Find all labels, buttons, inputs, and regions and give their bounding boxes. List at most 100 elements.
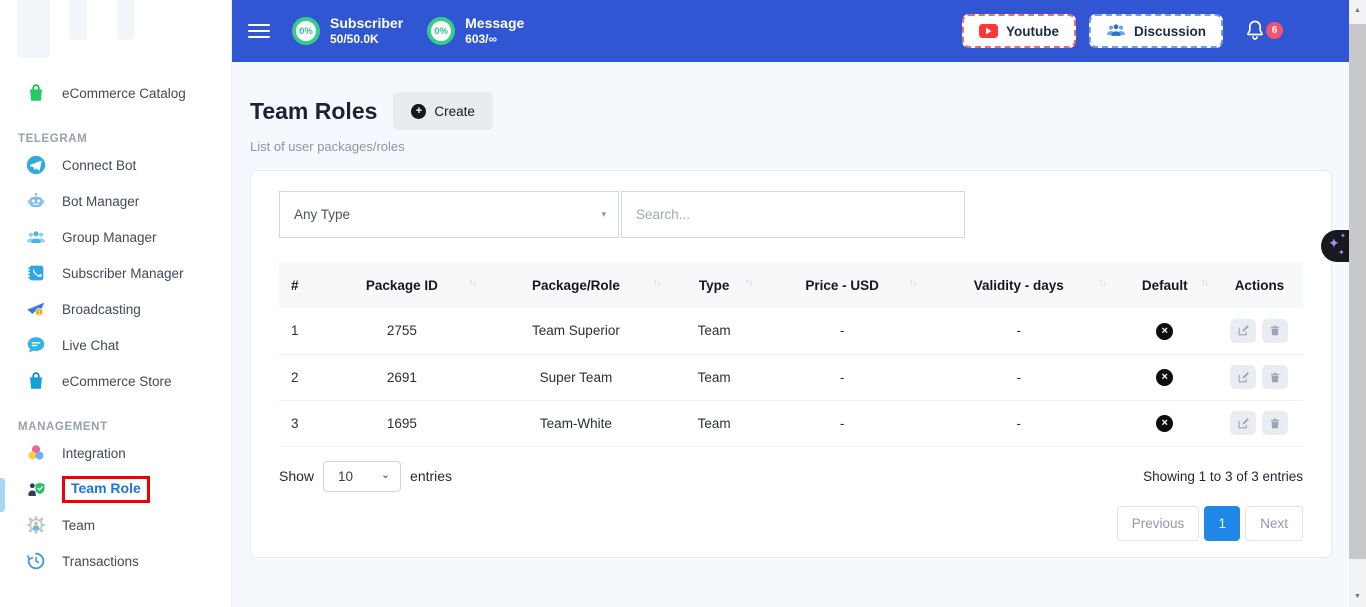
cell-actions (1216, 308, 1303, 354)
cell-num: 1 (279, 308, 320, 354)
cell-price: - (760, 308, 924, 354)
sidebar-section-telegram: TELEGRAM (0, 119, 231, 147)
youtube-icon (979, 24, 998, 38)
cell-package-role: Super Team (484, 354, 668, 400)
edit-button[interactable] (1230, 365, 1256, 389)
sidebar-item-label: Connect Bot (62, 158, 136, 173)
youtube-label: Youtube (1006, 24, 1059, 39)
page-subtitle: List of user packages/roles (250, 139, 1332, 154)
show-label: Show (279, 468, 314, 484)
default-off-icon: × (1156, 323, 1173, 340)
store-bag-icon (24, 369, 48, 393)
page-size-select[interactable]: 10 ⌄ (323, 461, 401, 492)
subscriber-label: Subscriber (330, 15, 403, 32)
cell-validity: - (924, 308, 1113, 354)
cell-price: - (760, 354, 924, 400)
robot-icon (24, 189, 48, 213)
sidebar-item-live-chat[interactable]: Live Chat (0, 327, 231, 363)
assistant-fab[interactable]: ✦ ✦ ✦ (1321, 230, 1349, 262)
col-header-validity[interactable]: Validity - days↑↓ (924, 262, 1113, 308)
cell-package-id: 2691 (320, 354, 484, 400)
hamburger-menu-icon[interactable] (248, 24, 270, 38)
sidebar-item-ecommerce-store[interactable]: eCommerce Store (0, 363, 231, 399)
shopping-bag-icon (24, 81, 48, 105)
logo-skeleton-bar (69, 0, 87, 40)
active-item-indicator (0, 478, 5, 512)
sidebar-item-team[interactable]: Team (0, 507, 231, 543)
cell-num: 2 (279, 354, 320, 400)
col-header-default[interactable]: Default↑↓ (1114, 262, 1216, 308)
pagination: Previous 1 Next (279, 506, 1303, 541)
entries-label: entries (410, 468, 452, 484)
scrollbar-thumb[interactable] (1349, 24, 1366, 559)
scroll-down-arrow[interactable]: ▼ (1349, 588, 1366, 605)
cell-type: Team (668, 400, 760, 446)
page-title: Team Roles (250, 98, 377, 125)
cell-validity: - (924, 400, 1113, 446)
subscriber-progress-ring: 0% (292, 17, 320, 45)
col-header-type[interactable]: Type↑↓ (668, 262, 760, 308)
message-stat: 0% Message 603/∞ (427, 15, 524, 47)
col-header-package-role[interactable]: Package/Role↑↓ (484, 262, 668, 308)
plus-circle-icon: + (411, 104, 426, 119)
delete-button[interactable] (1262, 411, 1288, 435)
cell-type: Team (668, 354, 760, 400)
scroll-up-arrow[interactable]: ▲ (1349, 2, 1366, 19)
cell-default: × (1114, 354, 1216, 400)
sidebar-item-integration[interactable]: Integration (0, 435, 231, 471)
create-button[interactable]: + Create (393, 92, 493, 130)
sidebar-item-label: Live Chat (62, 338, 119, 353)
chat-bubble-icon (24, 333, 48, 357)
logo-placeholder (0, 0, 231, 75)
cell-package-id: 1695 (320, 400, 484, 446)
caret-down-icon: ▾ (601, 209, 606, 220)
sidebar-item-label: Subscriber Manager (62, 266, 184, 281)
sidebar-item-bot-manager[interactable]: Bot Manager (0, 183, 231, 219)
table-header-row: # Package ID↑↓ Package/Role↑↓ Type↑↓ Pri… (279, 262, 1303, 308)
delete-button[interactable] (1262, 319, 1288, 343)
edit-button[interactable] (1230, 411, 1256, 435)
sidebar-item-label: Bot Manager (62, 194, 139, 209)
discussion-button[interactable]: Discussion (1089, 14, 1223, 48)
sidebar: eCommerce Catalog TELEGRAM Connect Bot B… (0, 0, 232, 607)
notification-bell[interactable]: 6 (1243, 18, 1269, 44)
cell-package-role: Team Superior (484, 308, 668, 354)
cell-type: Team (668, 308, 760, 354)
default-off-icon: × (1156, 415, 1173, 432)
app-root: eCommerce Catalog TELEGRAM Connect Bot B… (0, 0, 1366, 607)
create-button-label: Create (434, 104, 475, 119)
delete-button[interactable] (1262, 365, 1288, 389)
col-header-package-id[interactable]: Package ID↑↓ (320, 262, 484, 308)
col-header-actions: Actions (1216, 262, 1303, 308)
youtube-button[interactable]: Youtube (962, 14, 1076, 48)
current-page-button[interactable]: 1 (1204, 506, 1240, 541)
message-value: 603/∞ (465, 32, 524, 47)
sidebar-item-ecommerce-catalog[interactable]: eCommerce Catalog (0, 75, 231, 111)
message-percent: 0% (434, 26, 448, 37)
sidebar-item-broadcasting[interactable]: 1 Broadcasting (0, 291, 231, 327)
search-input[interactable] (621, 191, 965, 238)
scrollbar[interactable]: ▲ ▼ (1349, 0, 1366, 607)
sidebar-item-team-role[interactable]: Team Role (0, 471, 231, 507)
sidebar-item-label: Integration (62, 446, 126, 461)
previous-page-button[interactable]: Previous (1117, 506, 1200, 541)
sort-icon: ↑↓ (1099, 277, 1106, 287)
sort-icon: ↑↓ (1201, 277, 1208, 287)
sidebar-item-label: eCommerce Store (62, 374, 172, 389)
cell-validity: - (924, 354, 1113, 400)
edit-button[interactable] (1230, 319, 1256, 343)
col-header-price[interactable]: Price - USD↑↓ (760, 262, 924, 308)
sidebar-item-transactions[interactable]: Transactions (0, 543, 231, 579)
col-header-num: # (279, 262, 320, 308)
sidebar-item-connect-bot[interactable]: Connect Bot (0, 147, 231, 183)
next-page-button[interactable]: Next (1245, 506, 1303, 541)
type-filter-select[interactable]: Any Type ▾ (279, 191, 619, 238)
notification-count-badge: 6 (1266, 22, 1283, 39)
sidebar-item-subscriber-manager[interactable]: Subscriber Manager (0, 255, 231, 291)
subscriber-stat: 0% Subscriber 50/50.0K (292, 15, 403, 47)
cell-default: × (1114, 308, 1216, 354)
sidebar-item-group-manager[interactable]: Group Manager (0, 219, 231, 255)
team-roles-card: Any Type ▾ # Package ID↑↓ Package/Role↑↓… (250, 170, 1332, 558)
sort-icon: ↑↓ (745, 277, 752, 287)
team-roles-table: # Package ID↑↓ Package/Role↑↓ Type↑↓ Pri… (279, 262, 1303, 447)
